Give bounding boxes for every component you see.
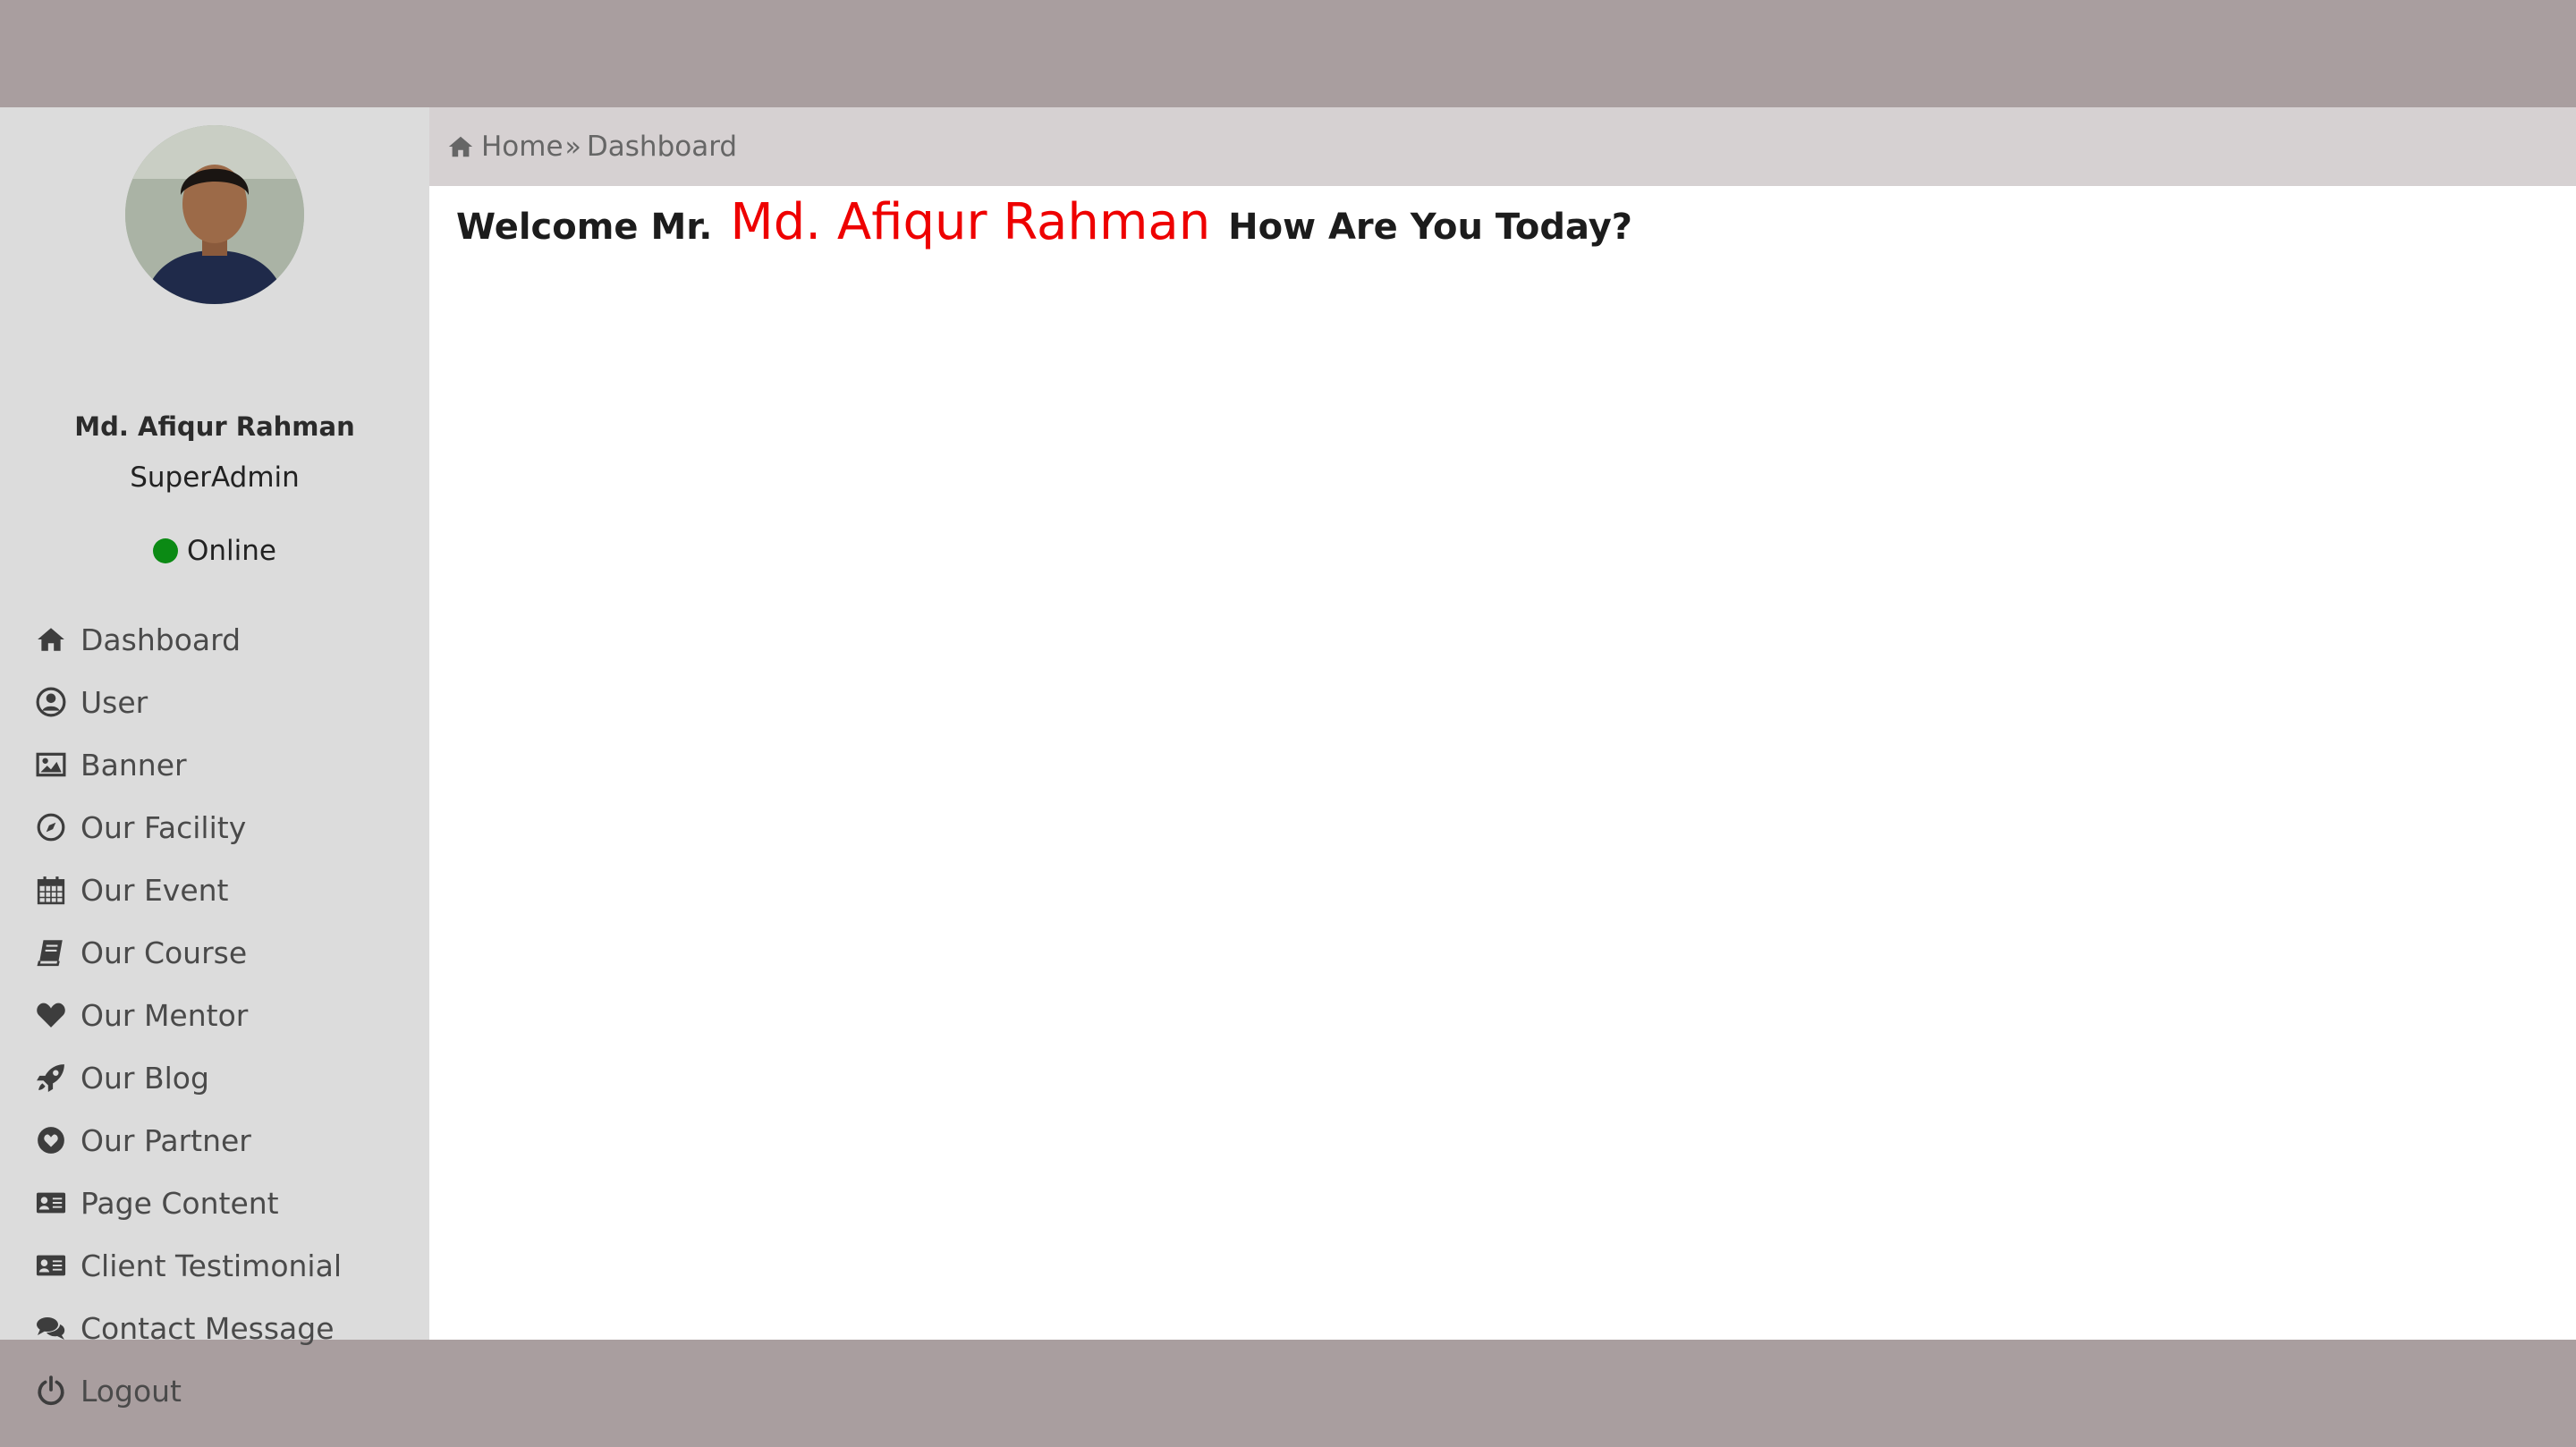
sidebar-item-label: User bbox=[80, 684, 148, 720]
sidebar-item-contact-message[interactable]: Contact Message bbox=[0, 1297, 429, 1359]
sidebar-item-label: Logout bbox=[80, 1373, 182, 1409]
book-icon bbox=[34, 935, 68, 969]
sidebar-item-label: Our Blog bbox=[80, 1060, 209, 1096]
breadcrumb: Home » Dashboard bbox=[429, 107, 2576, 186]
main-content: Home » Dashboard Welcome Mr. Md. Afiqur … bbox=[429, 107, 2576, 1340]
welcome-suffix: How Are You Today? bbox=[1228, 207, 1632, 248]
sidebar-item-page-content[interactable]: Page Content bbox=[0, 1172, 429, 1234]
sidebar-item-label: Client Testimonial bbox=[80, 1248, 342, 1283]
home-icon bbox=[447, 133, 481, 160]
sidebar-item-our-facility[interactable]: Our Facility bbox=[0, 796, 429, 859]
sidebar-item-label: Dashboard bbox=[80, 622, 242, 657]
sidebar-item-label: Our Mentor bbox=[80, 997, 249, 1033]
sidebar-item-label: Our Facility bbox=[80, 809, 247, 845]
sidebar-item-label: Contact Message bbox=[80, 1310, 335, 1346]
power-icon bbox=[34, 1374, 68, 1408]
sidebar-item-our-course[interactable]: Our Course bbox=[0, 921, 429, 984]
avatar bbox=[125, 125, 304, 304]
breadcrumb-home-link[interactable]: Home bbox=[481, 131, 564, 163]
comments-icon bbox=[34, 1311, 68, 1345]
sidebar-item-label: Banner bbox=[80, 747, 187, 783]
sidebar-item-dashboard[interactable]: Dashboard bbox=[0, 608, 429, 671]
breadcrumb-current: Dashboard bbox=[586, 131, 738, 163]
online-dot-icon bbox=[153, 538, 178, 563]
status-label: Online bbox=[187, 535, 276, 567]
heart-icon bbox=[34, 998, 68, 1032]
welcome-prefix: Welcome Mr. bbox=[456, 207, 713, 248]
sidebar-item-client-testimonial[interactable]: Client Testimonial bbox=[0, 1234, 429, 1297]
sidebar-nav: Dashboard User Banner Our Facility Our E… bbox=[0, 608, 429, 1422]
profile-name: Md. Afiqur Rahman bbox=[74, 411, 355, 442]
compass-icon bbox=[34, 810, 68, 844]
breadcrumb-separator: » bbox=[564, 131, 581, 163]
sidebar-item-our-blog[interactable]: Our Blog bbox=[0, 1046, 429, 1109]
sidebar-item-user[interactable]: User bbox=[0, 671, 429, 733]
sidebar-item-label: Page Content bbox=[80, 1185, 279, 1221]
sidebar-item-our-event[interactable]: Our Event bbox=[0, 859, 429, 921]
rocket-icon bbox=[34, 1061, 68, 1095]
sidebar: Md. Afiqur Rahman SuperAdmin Online Dash… bbox=[0, 107, 429, 1409]
sidebar-item-label: Our Course bbox=[80, 935, 248, 970]
sidebar-item-logout[interactable]: Logout bbox=[0, 1359, 429, 1422]
sidebar-item-our-partner[interactable]: Our Partner bbox=[0, 1109, 429, 1172]
sidebar-item-label: Our Partner bbox=[80, 1122, 251, 1158]
calendar-icon bbox=[34, 873, 68, 907]
id-card-icon bbox=[34, 1186, 68, 1220]
home-icon bbox=[34, 622, 68, 656]
admin-frame: Md. Afiqur Rahman SuperAdmin Online Dash… bbox=[0, 107, 2576, 1409]
welcome-user-name: Md. Afiqur Rahman bbox=[730, 193, 1211, 251]
heart-circle-icon bbox=[34, 1123, 68, 1157]
sidebar-item-banner[interactable]: Banner bbox=[0, 733, 429, 796]
welcome-heading: Welcome Mr. Md. Afiqur Rahman How Are Yo… bbox=[456, 193, 1632, 251]
image-icon bbox=[34, 748, 68, 782]
profile-role: SuperAdmin bbox=[130, 461, 300, 494]
id-card-icon bbox=[34, 1248, 68, 1282]
user-circle-icon bbox=[34, 685, 68, 719]
online-status: Online bbox=[0, 535, 429, 567]
sidebar-item-our-mentor[interactable]: Our Mentor bbox=[0, 984, 429, 1046]
sidebar-item-label: Our Event bbox=[80, 872, 229, 908]
